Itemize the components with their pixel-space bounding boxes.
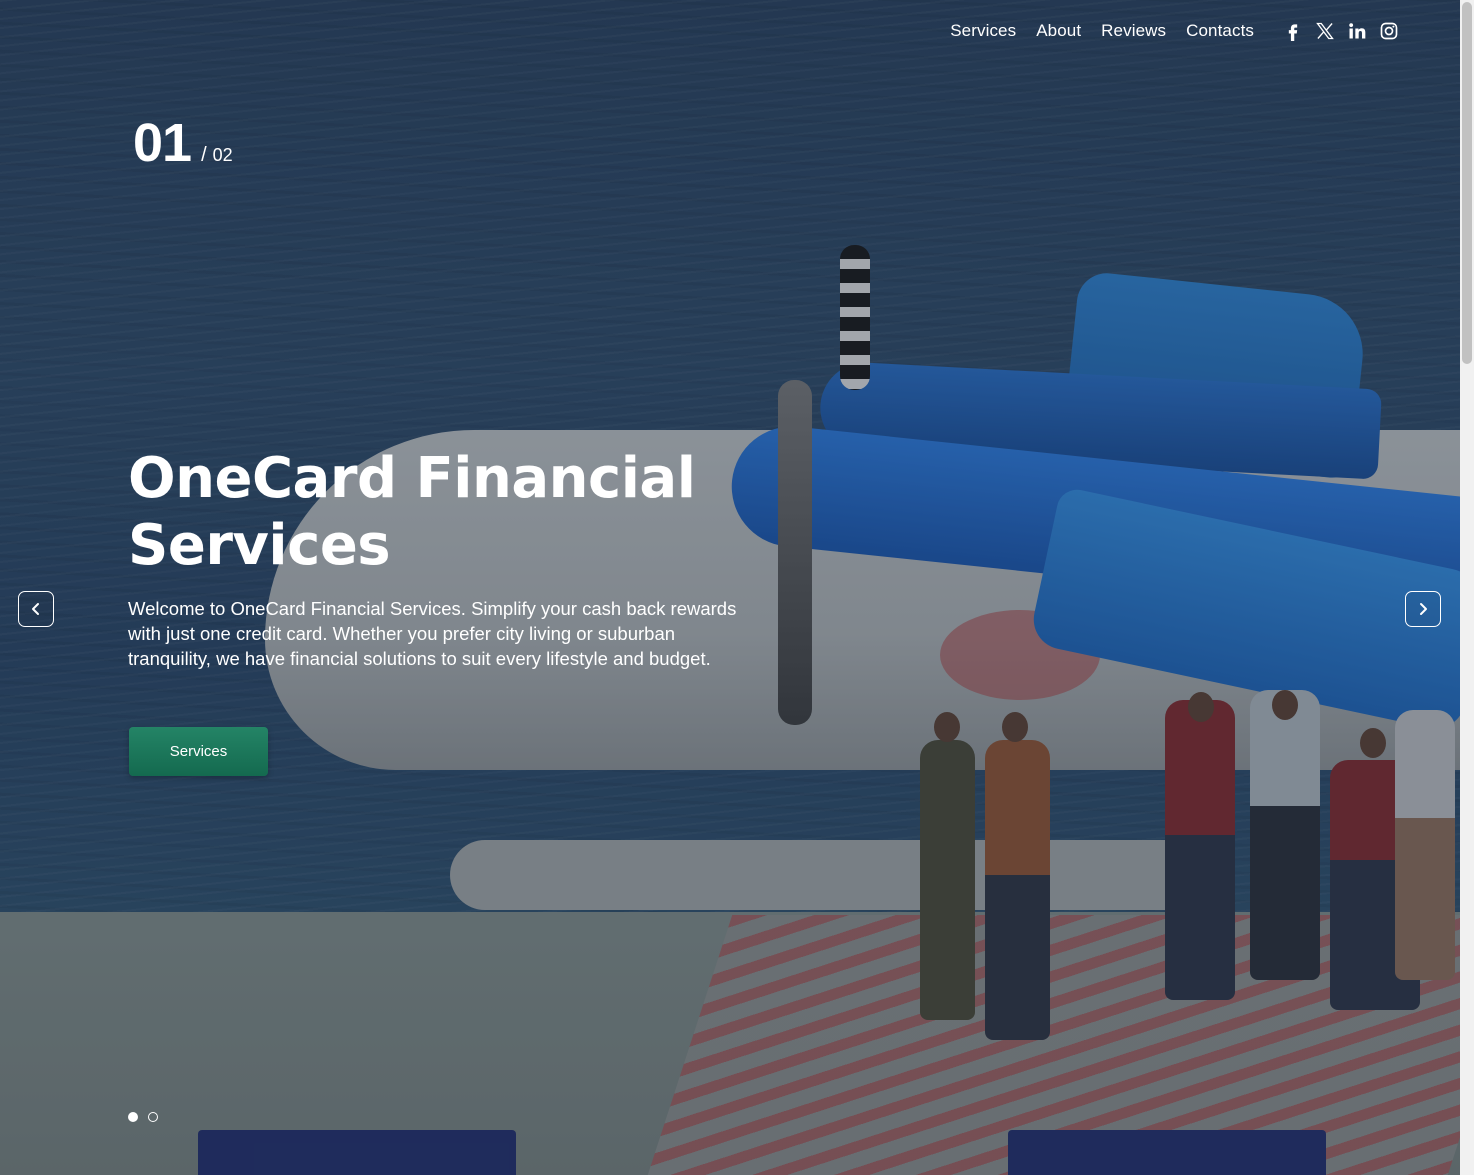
page-scrollbar[interactable] <box>1460 0 1474 1175</box>
social-links <box>1272 20 1400 42</box>
nav-link-reviews[interactable]: Reviews <box>1101 21 1166 41</box>
scrollbar-thumb[interactable] <box>1462 2 1472 364</box>
slide-counter: 01 / 02 <box>133 112 233 174</box>
hero-description: Welcome to OneCard Financial Services. S… <box>128 598 737 669</box>
slide-counter-current: 01 <box>133 113 192 173</box>
slide-counter-total: 02 <box>212 145 233 165</box>
slider-prev-button[interactable] <box>18 591 54 627</box>
hero-section: Services About Reviews Contacts 01 / 02 … <box>0 0 1460 1175</box>
chevron-right-icon <box>1420 603 1427 615</box>
instagram-icon[interactable] <box>1378 20 1400 42</box>
services-button[interactable]: Services <box>129 727 268 776</box>
linkedin-icon[interactable] <box>1346 20 1368 42</box>
slider-dot-1[interactable] <box>128 1112 138 1122</box>
main-nav: Services About Reviews Contacts <box>950 20 1400 42</box>
hero-background-image <box>0 0 1460 1175</box>
facebook-icon[interactable] <box>1282 20 1304 42</box>
chevron-left-icon <box>32 603 39 615</box>
hero-title: OneCard Financial Services <box>128 446 696 578</box>
nav-link-services[interactable]: Services <box>950 21 1016 41</box>
nav-link-contacts[interactable]: Contacts <box>1186 21 1254 41</box>
slider-dot-2[interactable] <box>148 1112 158 1122</box>
nav-link-about[interactable]: About <box>1036 21 1081 41</box>
x-twitter-icon[interactable] <box>1314 20 1336 42</box>
slider-next-button[interactable] <box>1405 591 1441 627</box>
slider-pagination <box>128 1112 168 1122</box>
slide-counter-separator: / <box>201 144 207 166</box>
